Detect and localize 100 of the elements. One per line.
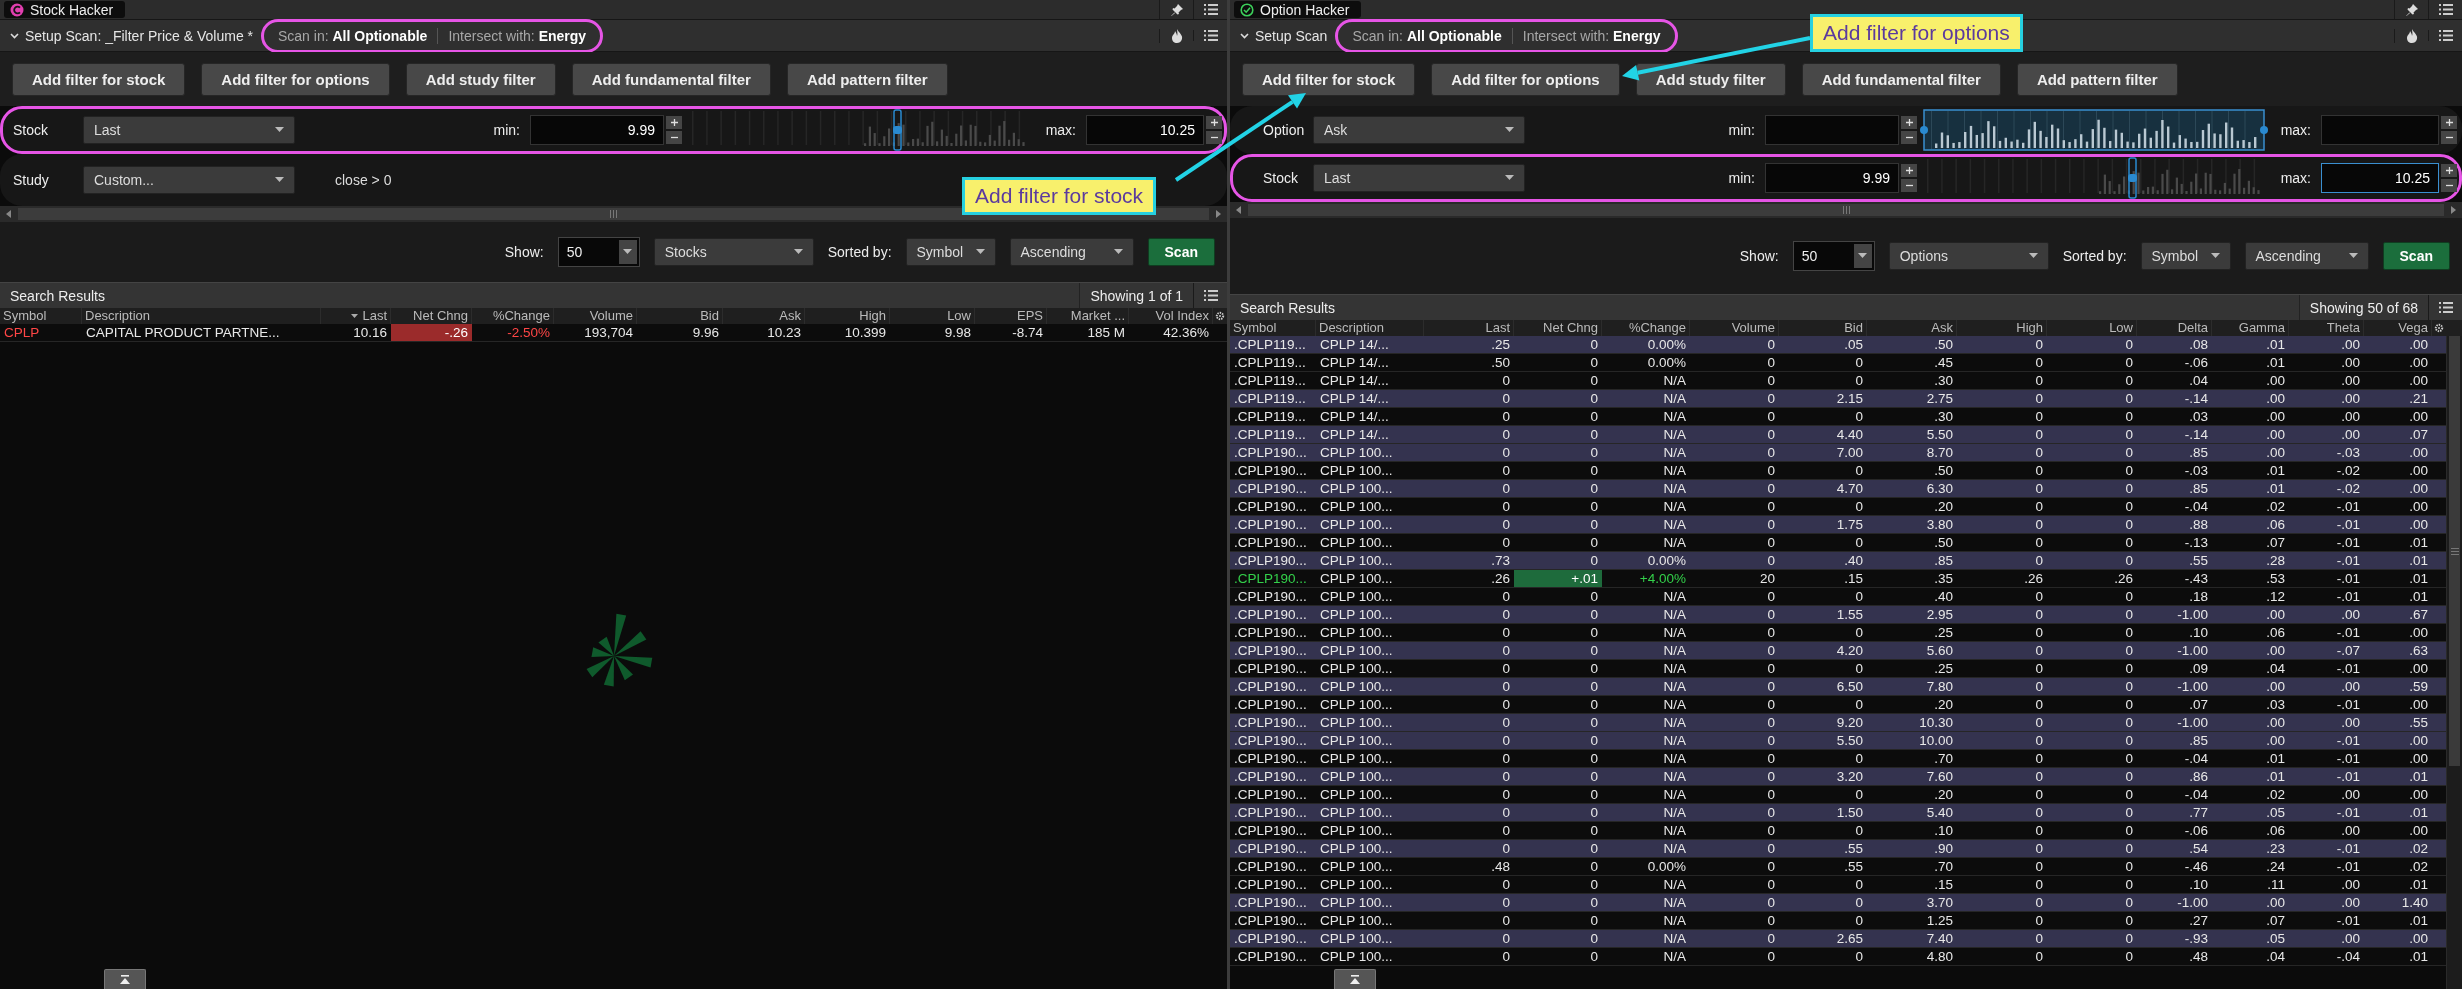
table-row[interactable]: .CPLP190... CPLP 100... 0 0 N/A 0 4.70 6.30 0 0 .85 .01 -.02 .00 <box>1230 480 2446 498</box>
add-filter-button[interactable]: Add filter for options <box>201 62 390 96</box>
decrement-button[interactable] <box>1901 179 1917 192</box>
gear-icon[interactable] <box>2434 323 2444 333</box>
column-header[interactable]: Volume <box>1731 320 1775 336</box>
column-header[interactable]: High <box>2016 320 2043 336</box>
column-header[interactable]: Delta <box>2177 320 2208 336</box>
min-field[interactable] <box>1765 115 1899 145</box>
add-filter-button[interactable]: Add study filter <box>1635 62 1786 96</box>
scan-button[interactable]: Scan <box>2382 242 2450 270</box>
show-count-dropdown[interactable]: 50 <box>1792 241 1875 271</box>
table-row[interactable]: .CPLP119... CPLP 14/... 0 0 N/A 0 4.40 5.50 0 0 -.14 .00 .00 .07 <box>1230 426 2446 444</box>
range-handle[interactable] <box>2260 126 2268 134</box>
range-handle[interactable] <box>2128 157 2137 199</box>
menu-icon[interactable] <box>2438 302 2453 313</box>
column-header[interactable]: Market ... <box>1070 308 1125 324</box>
column-header[interactable]: Bid <box>700 308 719 324</box>
decrement-button[interactable] <box>1901 131 1917 144</box>
add-filter-button[interactable]: Add fundamental filter <box>571 62 771 96</box>
scan-in-selector[interactable]: Scan in: All Optionable <box>268 27 438 44</box>
menu-icon[interactable] <box>1203 30 1218 41</box>
column-header[interactable]: Low <box>2109 320 2133 336</box>
decrement-button[interactable] <box>1206 131 1222 144</box>
column-header[interactable]: Ask <box>1931 320 1953 336</box>
add-filter-button[interactable]: Add filter for options <box>1431 62 1620 96</box>
setup-scan-toggle[interactable]: Setup Scan: _Filter Price & Volume * <box>6 27 257 44</box>
table-row[interactable]: .CPLP190... CPLP 100... 0 0 N/A 0 .55 .90 0 0 .54 .23 -.01 .02 <box>1230 840 2446 858</box>
table-row[interactable]: .CPLP119... CPLP 14/... .25 0 0.00% 0 .05 .50 0 0 .08 .01 .00 .00 <box>1230 336 2446 354</box>
horizontal-scrollbar[interactable] <box>0 206 1227 222</box>
scrollbar-thumb[interactable] <box>1248 204 2444 216</box>
add-filter-button[interactable]: Add study filter <box>405 62 556 96</box>
column-header[interactable]: Symbol <box>3 308 47 324</box>
pin-icon[interactable] <box>1170 3 1183 16</box>
column-header[interactable]: Last <box>1485 320 1510 336</box>
column-header[interactable]: Gamma <box>2238 320 2285 336</box>
range-handle[interactable] <box>893 109 902 151</box>
scroll-top-button[interactable] <box>1334 969 1376 989</box>
increment-button[interactable] <box>1901 116 1917 129</box>
field-dropdown[interactable]: Last <box>1313 164 1525 192</box>
table-row[interactable]: .CPLP190... CPLP 100... 0 0 N/A 0 3.20 7.60 0 0 .86 .01 -.01 .01 <box>1230 768 2446 786</box>
increment-button[interactable] <box>2441 164 2457 177</box>
menu-icon[interactable] <box>1203 290 1218 301</box>
column-header[interactable]: Net Chng <box>413 308 468 324</box>
min-field[interactable]: 9.99 <box>530 115 664 145</box>
column-header[interactable]: High <box>859 308 886 324</box>
table-row[interactable]: .CPLP190... CPLP 100... 0 0 N/A 0 1.50 5.40 0 0 .77 .05 -.01 .01 <box>1230 804 2446 822</box>
range-handle[interactable] <box>1920 126 1928 134</box>
panel-tab[interactable]: Option Hacker <box>1234 1 1362 18</box>
sort-field-dropdown[interactable]: Symbol <box>2140 242 2231 270</box>
flame-icon[interactable] <box>1170 28 1183 43</box>
add-filter-button[interactable]: Add filter for stock <box>1242 62 1416 96</box>
column-header[interactable]: Net Chng <box>1543 320 1598 336</box>
sort-order-dropdown[interactable]: Ascending <box>2244 242 2369 270</box>
field-dropdown[interactable]: Last <box>83 116 295 144</box>
scan-in-selector[interactable]: Scan in: All Optionable <box>1342 27 1512 44</box>
setup-scan-toggle[interactable]: Setup Scan <box>1236 27 1332 44</box>
intersect-selector[interactable]: Intersect with: Energy <box>437 27 597 44</box>
vertical-scrollbar[interactable] <box>2446 336 2462 989</box>
intersect-selector[interactable]: Intersect with: Energy <box>1511 27 1671 44</box>
scroll-top-button[interactable] <box>104 969 146 989</box>
increment-button[interactable] <box>1901 164 1917 177</box>
column-header[interactable]: Theta <box>2326 320 2360 336</box>
table-row[interactable]: .CPLP190... CPLP 100... 0 0 N/A 0 6.50 7.80 0 0 -1.00 .00 .00 .59 <box>1230 678 2446 696</box>
column-header[interactable]: Description <box>85 308 151 324</box>
column-header[interactable]: %Change <box>1628 320 1686 336</box>
table-row[interactable]: .CPLP119... CPLP 14/... 0 0 N/A 0 2.15 2.75 0 0 -.14 .00 .00 .21 <box>1230 390 2446 408</box>
max-field[interactable] <box>2321 115 2439 145</box>
gear-icon[interactable] <box>1215 311 1225 321</box>
result-type-dropdown[interactable]: Options <box>1888 242 2049 270</box>
menu-icon[interactable] <box>2438 30 2453 41</box>
right-arrow-icon[interactable] <box>1215 210 1221 218</box>
column-header[interactable]: Volume <box>589 308 633 324</box>
panel-tab[interactable]: Stock Hacker <box>4 1 126 18</box>
scrollbar-thumb[interactable] <box>2449 336 2460 766</box>
column-header[interactable]: Low <box>947 308 971 324</box>
decrement-button[interactable] <box>666 131 682 144</box>
left-arrow-icon[interactable] <box>1236 206 1242 214</box>
right-arrow-icon[interactable] <box>2450 206 2456 214</box>
column-header[interactable]: EPS <box>1017 308 1043 324</box>
menu-icon[interactable] <box>2438 4 2453 15</box>
sort-field-dropdown[interactable]: Symbol <box>905 238 996 266</box>
increment-button[interactable] <box>666 116 682 129</box>
table-row[interactable]: .CPLP190... CPLP 100... 0 0 N/A 0 1.55 2.95 0 0 -1.00 .00 .00 .67 <box>1230 606 2446 624</box>
menu-icon[interactable] <box>1203 4 1218 15</box>
field-dropdown[interactable]: Ask <box>1313 116 1525 144</box>
add-filter-button[interactable]: Add fundamental filter <box>1801 62 2001 96</box>
column-header[interactable]: Description <box>1319 320 1385 336</box>
table-row[interactable]: .CPLP190... CPLP 100... .26 +.01 +4.00% 20 .15 .35 .26 .26 -.43 .53 -.01 .01 <box>1230 570 2446 588</box>
increment-button[interactable] <box>2441 116 2457 129</box>
table-row[interactable]: .CPLP190... CPLP 100... .73 0 0.00% 0 .40 .85 0 0 .55 .28 -.01 .01 <box>1230 552 2446 570</box>
column-header[interactable]: Vega <box>2398 320 2428 336</box>
decrement-button[interactable] <box>2441 131 2457 144</box>
show-count-dropdown[interactable]: 50 <box>557 237 640 267</box>
flame-icon[interactable] <box>2405 28 2418 43</box>
table-row[interactable]: .CPLP190... CPLP 100... 0 0 N/A 0 0 3.70 0 0 -1.00 .00 .00 1.40 <box>1230 894 2446 912</box>
scan-button[interactable]: Scan <box>1147 238 1215 266</box>
table-row[interactable]: .CPLP190... CPLP 100... 0 0 N/A 0 1.75 3.80 0 0 .88 .06 -.01 .00 <box>1230 516 2446 534</box>
column-header[interactable]: Ask <box>779 308 801 324</box>
table-row[interactable]: .CPLP190... CPLP 100... 0 0 N/A 0 7.00 8.70 0 0 .85 .00 -.03 .00 <box>1230 444 2446 462</box>
table-row[interactable]: .CPLP190... CPLP 100... 0 0 N/A 0 5.50 10.00 0 0 .85 .00 -.01 .00 <box>1230 732 2446 750</box>
